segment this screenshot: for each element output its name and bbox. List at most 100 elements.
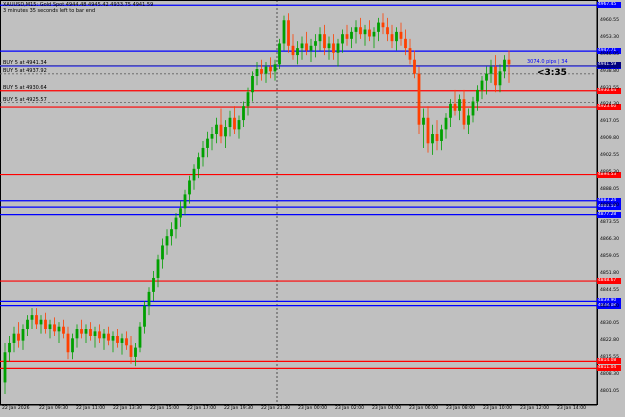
- candle-body: [300, 43, 304, 49]
- candle-bear: [345, 24, 349, 46]
- candle-bull: [57, 322, 61, 343]
- candle-body: [363, 29, 367, 35]
- candle-bull: [12, 326, 16, 353]
- candle-body: [273, 64, 277, 72]
- candle-bear: [44, 312, 47, 334]
- candle-body: [161, 245, 164, 260]
- candle-bull: [48, 319, 52, 339]
- candle-bull: [296, 41, 299, 65]
- candle-body: [431, 134, 434, 144]
- candle-bear: [390, 24, 394, 49]
- candle-body: [255, 69, 259, 76]
- candle-bull: [84, 324, 88, 343]
- candle-body: [449, 103, 452, 118]
- time-tick-label: 22 Jan 17:00: [187, 406, 217, 411]
- candle-body: [147, 291, 151, 306]
- price-tick-label: 4808.30: [600, 371, 619, 377]
- time-tick-label: 22 Jan 2026: [2, 406, 30, 411]
- candle-body: [494, 66, 497, 86]
- candle-bull: [26, 315, 29, 336]
- candle-body: [84, 329, 88, 334]
- candle-bull: [192, 164, 196, 190]
- candle-body: [471, 101, 475, 116]
- candle-bull: [30, 308, 34, 330]
- time-tick-label: 22 Jan 15:00: [150, 406, 180, 411]
- candle-bear: [291, 34, 295, 60]
- candle-bear: [125, 331, 128, 350]
- candle-bear: [417, 66, 421, 135]
- price-tick-label: 4873.55: [600, 220, 619, 226]
- candle-body: [30, 315, 34, 320]
- level-price-tag: 4877.28: [597, 211, 621, 218]
- time-tick-label: 23 Jan 14:00: [557, 406, 587, 411]
- bar-timer: 3 minutes 35 seconds left to bar end: [3, 8, 96, 14]
- candle-body: [228, 117, 232, 128]
- candle-body: [336, 43, 340, 53]
- price-tick-label: 4801.05: [600, 388, 619, 394]
- candle-bull: [341, 29, 344, 53]
- candle-body: [165, 236, 169, 246]
- candle-body: [152, 277, 155, 292]
- candle-body: [480, 80, 484, 90]
- candle-body: [197, 157, 200, 169]
- candle-body: [183, 194, 187, 209]
- candle-body: [318, 34, 322, 42]
- candle-bull: [3, 342, 7, 395]
- candle-bull: [318, 27, 322, 51]
- candle-bear: [269, 57, 272, 79]
- candle-bull: [503, 55, 506, 79]
- candle-body: [422, 117, 425, 125]
- price-tick-label: 4938.80: [600, 68, 619, 74]
- candle-bull: [431, 124, 434, 155]
- time-tick-label: 22 Jan 11:00: [76, 406, 106, 411]
- candle-body: [498, 71, 502, 86]
- candle-body: [93, 331, 97, 336]
- candle-bull: [327, 36, 331, 60]
- time-tick-label: 22 Jan 19:30: [224, 406, 254, 411]
- time-tick-label: 22 Jan 21:30: [261, 406, 291, 411]
- candle-bear: [17, 322, 20, 348]
- candle-bull: [165, 229, 169, 255]
- candle-body: [129, 345, 133, 357]
- candle-body: [12, 333, 16, 343]
- time-tick-label: 22 Jan 13:30: [113, 406, 143, 411]
- time-tick-label: 23 Jan 02:00: [335, 406, 365, 411]
- candle-body: [314, 41, 317, 46]
- candle-body: [53, 324, 56, 332]
- candle-bull: [174, 212, 178, 239]
- level-price-tag: 4967.45: [597, 2, 621, 9]
- candle-bull: [224, 120, 227, 148]
- candle-body: [390, 34, 394, 42]
- candle-bull: [179, 201, 182, 227]
- price-tick-label: 4880.80: [600, 203, 619, 209]
- candle-bull: [201, 140, 205, 167]
- candle-bull: [440, 124, 443, 151]
- candle-body: [8, 342, 11, 353]
- candle-body: [26, 319, 29, 330]
- candle-bull: [228, 110, 232, 137]
- candle-bull: [134, 342, 137, 367]
- chart-window[interactable]: XAUUSD,M15: Gold Spot 4944.48 4945.42 49…: [0, 0, 625, 417]
- pips-info: 3074.0 pips | 34: [527, 59, 568, 65]
- candle-body: [372, 31, 376, 37]
- candle-bull: [111, 331, 115, 353]
- candle-bull: [210, 127, 214, 151]
- candle-body: [224, 127, 227, 137]
- candle-body: [476, 89, 479, 102]
- candle-body: [507, 59, 511, 65]
- time-tick-label: 23 Jan 10:00: [483, 406, 513, 411]
- candle-bull: [395, 27, 398, 51]
- candle-bear: [62, 319, 65, 339]
- candle-body: [377, 22, 380, 32]
- candle-bull: [458, 94, 461, 121]
- candle-body: [444, 117, 448, 130]
- candle-body: [237, 120, 241, 130]
- candle-body: [408, 48, 412, 60]
- candle-bull: [336, 38, 340, 67]
- candle-bear: [233, 106, 236, 135]
- candle-body: [278, 43, 281, 65]
- candle-bear: [260, 59, 263, 81]
- candle-body: [462, 99, 466, 125]
- price-tick-label: 4859.05: [600, 253, 619, 259]
- time-tick-label: 23 Jan 06:00: [409, 406, 439, 411]
